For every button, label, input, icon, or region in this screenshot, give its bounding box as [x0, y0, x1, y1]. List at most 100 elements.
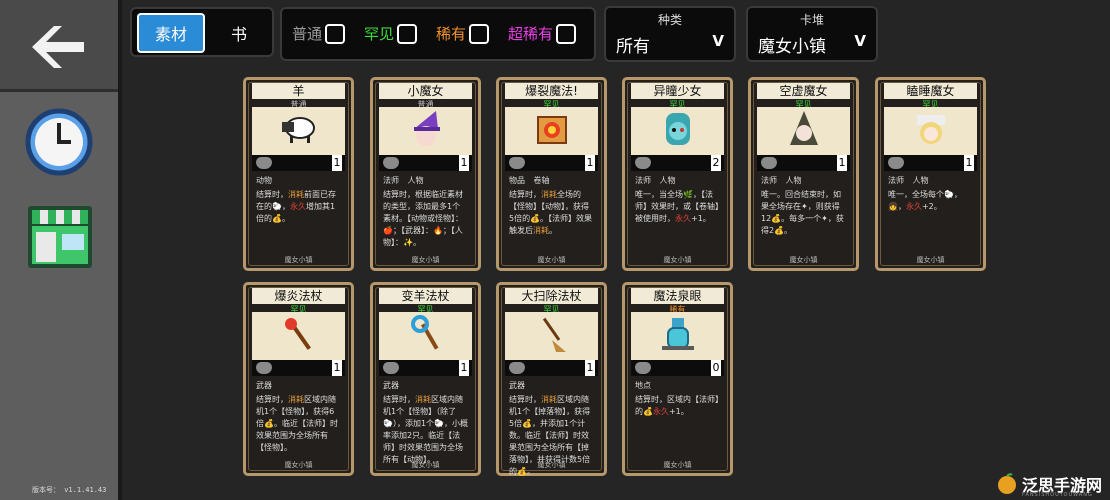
- sheep-staff-icon: [406, 314, 446, 358]
- card-footer: 魔女小镇: [411, 461, 440, 469]
- coin-bag-icon: [635, 157, 651, 169]
- card-name: 大扫除法杖: [505, 288, 598, 304]
- card-footer: 魔女小镇: [663, 256, 692, 264]
- coin-bag-icon: [509, 362, 525, 374]
- card-tags: 法师 人物: [635, 176, 676, 185]
- watermark-logo-icon: [997, 473, 1016, 494]
- card-footer: 魔女小镇: [411, 256, 440, 264]
- flame-staff-icon: [279, 314, 319, 358]
- little-witch-icon: [406, 109, 446, 153]
- card-tags: 武器: [509, 381, 525, 390]
- card-name: 羊: [252, 83, 345, 99]
- coin-bag-icon: [256, 362, 272, 374]
- card-stat-bar: 1: [379, 360, 472, 376]
- pile-dropdown-value: 魔女小镇: [758, 37, 826, 57]
- rarity-checkbox[interactable]: [397, 23, 418, 44]
- hollow-witch-icon: [784, 109, 824, 153]
- card-art: [379, 312, 472, 360]
- card-value: 0: [711, 360, 721, 376]
- card-description: 结算时，消耗全场的【怪物】【动物】，获得5倍的💰。【法师】效果触发后消耗。: [509, 190, 593, 235]
- card-name: 小魔女: [379, 83, 472, 99]
- card[interactable]: 空虚魔女 罕见 1 法师 人物 唯一。回合结束时，如果全场存在✦，则获得12💰。…: [748, 77, 859, 271]
- card-value: 1: [585, 360, 595, 376]
- card-description: 结算时，区域内【法师】的💰永久+1。: [635, 395, 719, 416]
- rarity-filter-very-rare[interactable]: 超稀有: [508, 23, 577, 44]
- card-footer: 魔女小镇: [537, 256, 566, 264]
- rarity-filter-common[interactable]: 普通: [292, 23, 346, 44]
- card-value: 1: [332, 155, 342, 171]
- watermark-subtext: FANSISHOUYOUWANG: [1021, 492, 1093, 498]
- card-description: 结算时，根据临近素材的类型，添加最多1个素材。【动物或怪物】：🍎；【武器】：🔥；…: [383, 190, 463, 247]
- card-name: 空虚魔女: [757, 83, 850, 99]
- card-stat-bar: 1: [884, 155, 977, 171]
- card-art: [379, 107, 472, 155]
- card-art: [505, 107, 598, 155]
- card-footer: 魔女小镇: [789, 256, 818, 264]
- card[interactable]: 大扫除法杖 罕见 1 武器 结算时，消耗区域内随机1个【掉落物】，获得5倍💰，并…: [496, 282, 607, 476]
- card-footer: 魔女小镇: [284, 256, 313, 264]
- card-value: 1: [585, 155, 595, 171]
- type-dropdown-label: 种类: [657, 13, 682, 27]
- card[interactable]: 异瞳少女 罕见 2 法师 人物 唯一，当全场🌿，【法师】效果时，或【卷轴】被使用…: [622, 77, 733, 271]
- card-footer: 魔女小镇: [284, 461, 313, 469]
- card-stat-bar: 1: [505, 155, 598, 171]
- coin-bag-icon: [761, 157, 777, 169]
- rarity-label: 超稀有: [508, 25, 554, 43]
- sidebar: 版本号： v1.1.41.43: [0, 0, 120, 500]
- rarity-label: 普通: [292, 25, 323, 43]
- card-value: 1: [837, 155, 847, 171]
- rarity-filter-uncommon[interactable]: 罕见: [364, 23, 418, 44]
- card-description: 结算时，消耗前面已存在的🐑，永久增加其1倍的💰。: [256, 190, 336, 223]
- card[interactable]: 爆炎法杖 罕见 1 武器 结算时，消耗区域内随机1个【怪物】，获得6倍💰。临近【…: [243, 282, 354, 476]
- card-stat-bar: 1: [757, 155, 850, 171]
- broom-staff-icon: [532, 314, 572, 358]
- version-label: 版本号： v1.1.41.43: [32, 486, 107, 494]
- card-value: 1: [459, 155, 469, 171]
- card-art: [757, 107, 850, 155]
- card-stat-bar: 1: [505, 360, 598, 376]
- card-stat-bar: 1: [252, 155, 345, 171]
- category-tabs: 素材 书: [130, 7, 274, 57]
- pile-dropdown[interactable]: 卡堆 魔女小镇 V: [746, 6, 878, 62]
- coin-bag-icon: [888, 157, 904, 169]
- card-description: 唯一，当全场🌿，【法师】效果时，或【卷轴】被使用时，永久+1。: [635, 190, 719, 223]
- shop-icon[interactable]: [26, 204, 94, 270]
- rarity-filter-rare[interactable]: 稀有: [436, 23, 490, 44]
- card-name: 变羊法杖: [379, 288, 472, 304]
- clock-icon[interactable]: [24, 107, 94, 177]
- card-footer: 魔女小镇: [916, 256, 945, 264]
- card-name: 异瞳少女: [631, 83, 724, 99]
- card-value: 1: [459, 360, 469, 376]
- card-art: [884, 107, 977, 155]
- card[interactable]: 小魔女 普通 1 法师 人物 结算时，根据临近素材的类型，添加最多1个素材。【动…: [370, 77, 481, 271]
- coin-bag-icon: [509, 157, 525, 169]
- tab-material[interactable]: 素材: [137, 13, 205, 53]
- card-description: 唯一，全场每个🐑，👧，永久+2。: [888, 190, 962, 211]
- card-tags: 物品 卷轴: [509, 176, 550, 185]
- rarity-checkbox[interactable]: [325, 23, 346, 44]
- sleepy-witch-icon: [911, 109, 951, 153]
- type-dropdown[interactable]: 种类 所有 V: [604, 6, 736, 62]
- card-art: [252, 312, 345, 360]
- card[interactable]: 羊 普通 1 动物 结算时，消耗前面已存在的🐑，永久增加其1倍的💰。 魔女小镇: [243, 77, 354, 271]
- card-footer: 魔女小镇: [663, 461, 692, 469]
- back-arrow-icon[interactable]: [28, 22, 88, 72]
- card-tags: 法师 人物: [383, 176, 424, 185]
- explosion-scroll-icon: [532, 109, 572, 153]
- card[interactable]: 变羊法杖 罕见 1 武器 结算时，消耗区域内随机1个【怪物】（除了🐑），添加1个…: [370, 282, 481, 476]
- card-description: 结算时，消耗区域内随机1个【怪物】，获得6倍💰。临近【法师】时效果范围为全场所有…: [256, 395, 338, 452]
- card-art: [252, 107, 345, 155]
- tab-book[interactable]: 书: [214, 13, 264, 53]
- card[interactable]: 魔法泉眼 稀有 0 地点 结算时，区域内【法师】的💰永久+1。 魔女小镇: [622, 282, 733, 476]
- card-name: 瞌睡魔女: [884, 83, 977, 99]
- coin-bag-icon: [383, 362, 399, 374]
- card-description: 唯一。回合结束时，如果全场存在✦，则获得12💰。每多一个✦，获得2💰。: [761, 190, 844, 235]
- card[interactable]: 爆裂魔法! 罕见 1 物品 卷轴 结算时，消耗全场的【怪物】【动物】，获得5倍的…: [496, 77, 607, 271]
- card-stat-bar: 0: [631, 360, 724, 376]
- chevron-down-icon: V: [854, 32, 866, 50]
- sheep-icon: [279, 112, 319, 150]
- rarity-checkbox[interactable]: [469, 23, 490, 44]
- rarity-checkbox[interactable]: [556, 23, 577, 44]
- card-tags: 地点: [635, 381, 651, 390]
- card[interactable]: 瞌睡魔女 罕见 1 法师 人物 唯一，全场每个🐑，👧，永久+2。 魔女小镇: [875, 77, 986, 271]
